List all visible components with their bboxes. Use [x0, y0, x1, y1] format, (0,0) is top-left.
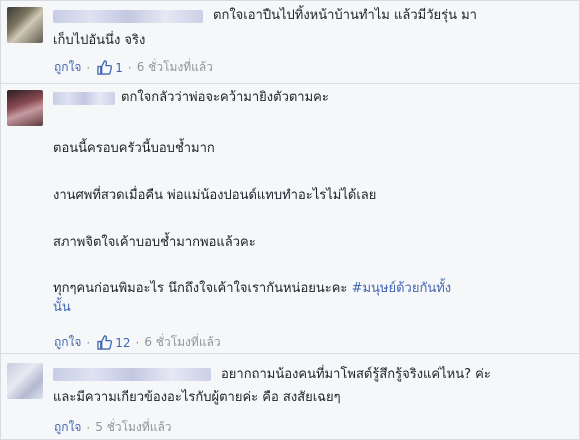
commenter-name-blurred[interactable]	[53, 92, 115, 105]
comment-text-line-3: งานศพที่สวดเมื่อคืน พ่อแม่น้องปอนด์แทบทำ…	[53, 188, 377, 203]
thumbs-up-icon[interactable]	[97, 335, 113, 350]
separator-dot: ·	[86, 420, 91, 435]
hashtag-link[interactable]: #มนุษย์ด้วยกันทั้ง	[352, 281, 452, 296]
comment-text-line-2: ตอนนี้ครอบครัวนี้บอบช้ำมาก	[53, 141, 215, 156]
comment-actions: ถูกใจ · 5 ชั่วโมงที่แล้ว	[54, 418, 172, 437]
comment-2: ตกใจกลัวว่าพ่อจะคว้ามายิงตัวตามคะ ตอนนี้…	[1, 84, 579, 353]
comment-text: ทุกๆคนก่อนพิมอะไร นึกถึงใจเค้าใจเรากันหน…	[53, 281, 348, 296]
commenter-name-blurred[interactable]	[53, 10, 203, 23]
commenter-name-blurred[interactable]	[53, 368, 211, 381]
like-link[interactable]: ถูกใจ	[54, 418, 81, 437]
like-count[interactable]: 12	[115, 336, 130, 350]
comment-text-line-1: ตกใจเอาปืนไปทิ้งหน้าบ้านทำไม แล้วมีวัยรุ…	[213, 8, 477, 23]
separator-dot: ·	[86, 60, 91, 75]
separator-dot: ·	[86, 335, 91, 350]
thumbs-up-icon[interactable]	[97, 60, 113, 75]
timestamp[interactable]: 6 ชั่วโมงที่แล้ว	[137, 58, 213, 77]
comment-text-line-1: อยากถามน้องคนที่มาโพสต์รู้สึกรู้จริงแค่ไ…	[221, 367, 491, 382]
comment-text-line-2: และมีความเกียวข้องอะไรกับผู้ตายค่ะ คือ ส…	[53, 390, 341, 405]
comment-1: ตกใจเอาปืนไปทิ้งหน้าบ้านทำไม แล้วมีวัยรุ…	[1, 1, 579, 83]
avatar[interactable]	[7, 363, 43, 399]
comment-text-line-2: เก็บไปอันนึ่ง จริง	[53, 33, 146, 48]
avatar[interactable]	[7, 90, 43, 126]
comment-actions: ถูกใจ · 12 · 6 ชั่วโมงที่แล้ว	[54, 333, 221, 352]
like-link[interactable]: ถูกใจ	[54, 333, 81, 352]
comment-actions: ถูกใจ · 1 · 6 ชั่วโมงที่แล้ว	[54, 58, 213, 77]
comment-3: อยากถามน้องคนที่มาโพสต์รู้สึกรู้จริงแค่ไ…	[1, 354, 579, 439]
timestamp[interactable]: 5 ชั่วโมงที่แล้ว	[95, 418, 171, 437]
comment-text-line-4: สภาพจิตใจเค้าบอบช้ำมากพอแล้วคะ	[53, 235, 256, 250]
comment-text-line-5: ทุกๆคนก่อนพิมอะไร นึกถึงใจเค้าใจเรากันหน…	[53, 280, 451, 297]
avatar[interactable]	[7, 7, 43, 43]
like-link[interactable]: ถูกใจ	[54, 58, 81, 77]
like-count[interactable]: 1	[115, 61, 123, 75]
separator-dot: ·	[127, 60, 132, 75]
timestamp[interactable]: 6 ชั่วโมงที่แล้ว	[144, 333, 220, 352]
comment-thread: ตกใจเอาปืนไปทิ้งหน้าบ้านทำไม แล้วมีวัยรุ…	[0, 0, 580, 440]
separator-dot: ·	[135, 335, 140, 350]
comment-text-line-1: ตกใจกลัวว่าพ่อจะคว้ามายิงตัวตามคะ	[121, 90, 329, 105]
hashtag-link-continuation[interactable]: นั้น	[53, 299, 71, 316]
